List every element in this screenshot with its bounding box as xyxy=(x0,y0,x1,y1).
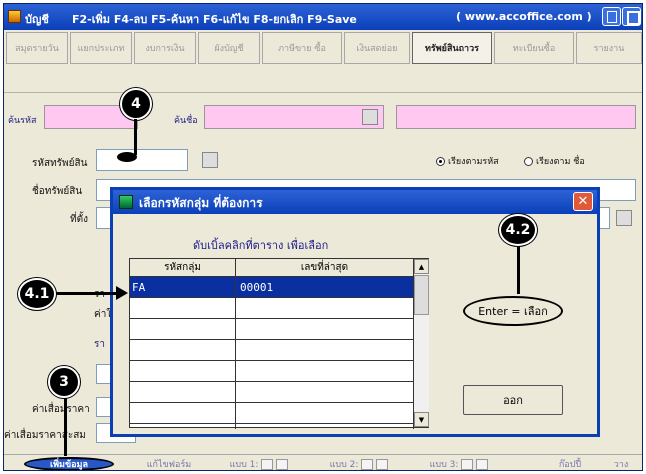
print-icon xyxy=(361,458,374,470)
table-row[interactable] xyxy=(130,340,413,361)
tab-purchase-register[interactable]: ทะเบียนซื้อ xyxy=(494,32,574,64)
annotation-badge-4-2: 4.2 xyxy=(499,214,537,246)
table-row[interactable] xyxy=(130,319,413,340)
search-icon[interactable] xyxy=(362,109,378,125)
preview-icon xyxy=(476,458,489,470)
shortcut-keys: F2-เพิ่ม F4-ลบ F5-ค้นหา F6-แก้ไข F8-ยกเล… xyxy=(72,13,357,26)
table-scrollbar[interactable]: ▲ ▼ xyxy=(414,259,429,427)
annotation-dot xyxy=(117,152,137,162)
search-row: ค้นรหัส ค้นชื่อ xyxy=(4,92,642,144)
print-form-3[interactable]: แบบ 3: xyxy=(424,457,494,470)
close-icon[interactable]: ✕ xyxy=(573,192,593,211)
annotation-line xyxy=(64,398,67,456)
bottom-toolbar: เพิ่มข้อมูล แก้ไขฟอร์ม แบบ 1: แบบ 2: แบบ… xyxy=(4,454,642,470)
enter-select-button[interactable]: Enter = เลือก xyxy=(463,296,563,326)
sort-by-code-radio[interactable]: เรียงตามรหัส xyxy=(436,154,499,168)
radio-on-icon xyxy=(436,156,445,166)
asset-code-field[interactable] xyxy=(96,149,188,171)
tab-financial[interactable]: งบการเงิน xyxy=(134,32,196,64)
paste-button[interactable]: วาง xyxy=(602,457,640,470)
print-form-2[interactable]: แบบ 2: xyxy=(324,457,394,470)
col-header-last-number[interactable]: เลขที่ล่าสุด xyxy=(236,259,414,277)
asset-name-label: ชื่อทรัพย์สิน xyxy=(32,186,83,197)
preview-icon xyxy=(276,458,289,470)
sort-by-name-radio[interactable]: เรียงตาม ชื่อ xyxy=(524,154,585,168)
dialog-hint: ดับเบิ้ลคลิกที่ตาราง เพื่อเลือก xyxy=(193,239,329,252)
dialog-app-icon xyxy=(119,195,133,209)
tab-vat[interactable]: ภาษีขาย ซื้อ xyxy=(262,32,342,64)
search-name-input[interactable] xyxy=(204,105,384,129)
tab-bar: สมุดรายวัน แยกประเภท งบการเงิน ผังบัญชี … xyxy=(4,32,642,66)
annotation-line xyxy=(134,119,137,155)
add-data-button[interactable]: เพิ่มข้อมูล xyxy=(24,457,114,470)
annotation-line xyxy=(517,246,520,294)
table-row[interactable] xyxy=(130,382,413,403)
edit-form-button[interactable]: แก้ไขฟอร์ม xyxy=(134,457,204,470)
add-location-button[interactable] xyxy=(616,210,632,226)
print-icon xyxy=(261,458,274,470)
dialog-title-bar: เลือกรหัสกลุ่ม ที่ต้องการ ✕ xyxy=(113,190,597,214)
partial-label-2: ค่าใ xyxy=(94,309,112,320)
tab-ledger[interactable]: แยกประเภท xyxy=(70,32,132,64)
cell-last-number: 00001 xyxy=(240,281,274,294)
print-icon xyxy=(461,458,474,470)
table-row[interactable] xyxy=(130,361,413,382)
app-name: บัญชี xyxy=(25,13,49,26)
website-label: ( www.accoffice.com ) xyxy=(456,10,592,23)
annotation-badge-4: 4 xyxy=(120,88,152,120)
gen-code-button[interactable] xyxy=(202,152,218,168)
annotation-arrow xyxy=(56,292,120,295)
table-row[interactable] xyxy=(130,403,413,424)
tab-chart-of-accounts[interactable]: ผังบัญชี xyxy=(198,32,260,64)
tab-journal[interactable]: สมุดรายวัน xyxy=(6,32,68,64)
app-window: บัญชี F2-เพิ่ม F4-ลบ F5-ค้นหา F6-แก้ไข F… xyxy=(3,3,643,471)
maximize-icon[interactable] xyxy=(622,7,641,26)
scroll-up-icon[interactable]: ▲ xyxy=(414,259,429,274)
copy-button[interactable]: ก๊อปปี้ xyxy=(550,457,590,470)
depreciation-label: ค่าเสื่อมราคา xyxy=(32,404,90,415)
partial-label-3: รา xyxy=(94,339,105,350)
dialog-title: เลือกรหัสกลุ่ม ที่ต้องการ xyxy=(139,196,263,210)
group-table[interactable]: รหัสกลุ่ม เลขที่ล่าสุด FA 00001 ▲ ▼ xyxy=(129,258,429,429)
col-header-group-code[interactable]: รหัสกลุ่ม xyxy=(130,259,236,277)
restore-icon[interactable] xyxy=(602,7,621,26)
search-dropdown[interactable] xyxy=(396,105,636,129)
asset-code-label: รหัสทรัพย์สิน xyxy=(32,158,88,169)
annotation-badge-4-1: 4.1 xyxy=(18,278,56,310)
print-form-1[interactable]: แบบ 1: xyxy=(224,457,294,470)
search-code-label: ค้นรหัส xyxy=(8,116,37,126)
annotation-badge-3: 3 xyxy=(48,366,80,398)
location-label: ที่ตั้ง xyxy=(70,214,88,225)
scroll-thumb[interactable] xyxy=(414,275,429,315)
table-row[interactable] xyxy=(130,298,413,319)
cell-group-code: FA xyxy=(132,281,146,294)
exit-button[interactable]: ออก xyxy=(463,385,563,415)
table-row[interactable]: FA 00001 xyxy=(130,277,413,298)
column-divider xyxy=(235,259,236,429)
search-name-label: ค้นชื่อ xyxy=(174,116,198,126)
title-bar: บัญชี F2-เพิ่ม F4-ลบ F5-ค้นหา F6-แก้ไข F… xyxy=(4,4,642,30)
accumulated-depreciation-label: ค่าเสื่อมราคาสะสม xyxy=(4,430,86,441)
tab-petty-cash[interactable]: เงินสดย่อย xyxy=(344,32,410,64)
radio-off-icon xyxy=(524,156,533,166)
app-icon xyxy=(8,10,21,23)
tab-fixed-assets[interactable]: ทรัพย์สินถาวร xyxy=(412,32,492,64)
preview-icon xyxy=(376,458,389,470)
scroll-down-icon[interactable]: ▼ xyxy=(414,412,429,427)
arrow-head-icon xyxy=(116,286,128,300)
tab-reports[interactable]: รายงาน xyxy=(576,32,642,64)
